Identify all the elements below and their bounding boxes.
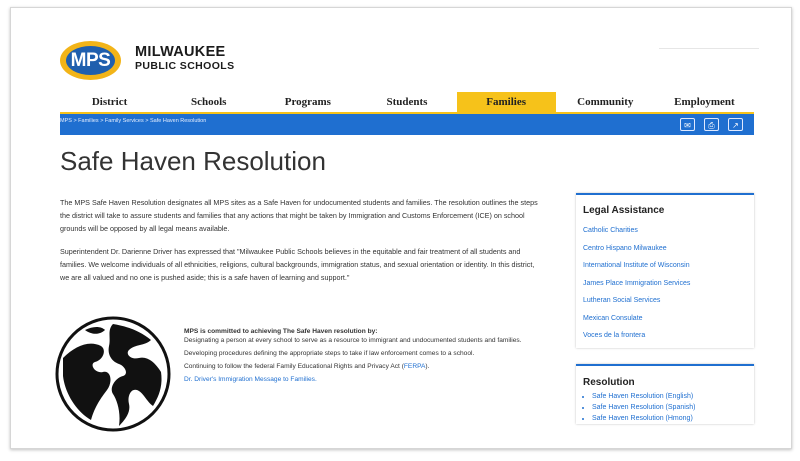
resolution-link-english[interactable]: Safe Haven Resolution (English) xyxy=(592,391,754,402)
nav-item-employment[interactable]: Employment xyxy=(655,92,754,113)
nav-item-community[interactable]: Community xyxy=(556,92,655,113)
legal-link-voces-de-la-frontera[interactable]: Voces de la frontera xyxy=(583,327,754,345)
nav-item-programs[interactable]: Programs xyxy=(258,92,357,113)
breadcrumb[interactable]: MPS > Families > Family Services > Safe … xyxy=(60,118,206,124)
resolution-panel: Resolution Safe Haven Resolution (Englis… xyxy=(576,364,754,424)
logo-org-name: MILWAUKEE xyxy=(135,44,226,60)
external-link-icon[interactable]: ↗ xyxy=(728,118,743,131)
nav-item-students[interactable]: Students xyxy=(357,92,456,113)
ferpa-link[interactable]: FERPA xyxy=(404,363,426,370)
print-icon[interactable]: ⎙ xyxy=(704,118,719,131)
search-box-outline[interactable] xyxy=(659,48,759,49)
nav-item-schools[interactable]: Schools xyxy=(159,92,258,113)
commitment-section: MPS is committed to achieving The Safe H… xyxy=(184,328,544,389)
page-title: Safe Haven Resolution xyxy=(60,146,326,176)
logo-letters: MPS xyxy=(66,46,115,75)
legal-link-centro-hispano[interactable]: Centro Hispano Milwaukee xyxy=(583,240,754,258)
legal-link-international-institute[interactable]: International Institute of Wisconsin xyxy=(583,257,754,275)
immigration-message-link[interactable]: Dr. Driver's Immigration Message to Fami… xyxy=(184,376,544,384)
legal-link-lutheran-social-services[interactable]: Lutheran Social Services xyxy=(583,292,754,310)
resolution-title: Resolution xyxy=(583,377,635,388)
nav-item-district[interactable]: District xyxy=(60,92,159,113)
commitment-item: Designating a person at every school to … xyxy=(184,337,522,344)
resolution-link-hmong[interactable]: Safe Haven Resolution (Hmong) xyxy=(592,413,754,424)
commitment-item: Developing procedures defining the appro… xyxy=(184,350,475,357)
legal-link-james-place[interactable]: James Place Immigration Services xyxy=(583,275,754,293)
mps-logo[interactable]: MPS xyxy=(60,41,121,80)
legal-assistance-panel: Legal Assistance Catholic Charities Cent… xyxy=(576,193,754,348)
commitment-heading: MPS is committed to achieving The Safe H… xyxy=(184,328,378,335)
legal-assistance-title: Legal Assistance xyxy=(583,205,665,216)
legal-link-mexican-consulate[interactable]: Mexican Consulate xyxy=(583,310,754,328)
intro-paragraph: The MPS Safe Haven Resolution designates… xyxy=(60,198,538,233)
main-nav: District Schools Programs Students Famil… xyxy=(60,92,754,113)
legal-link-catholic-charities[interactable]: Catholic Charities xyxy=(583,222,754,240)
resolution-list: Safe Haven Resolution (English) Safe Hav… xyxy=(588,391,754,424)
commitment-item-suffix: ). xyxy=(425,363,430,370)
nav-item-families[interactable]: Families xyxy=(456,92,556,113)
commitment-item: Continuing to follow the federal Family … xyxy=(184,363,544,371)
resolution-link-spanish[interactable]: Safe Haven Resolution (Spanish) xyxy=(592,402,754,413)
email-icon[interactable]: ✉ xyxy=(680,118,695,131)
superintendent-quote-paragraph: Superintendent Dr. Darienne Driver has e… xyxy=(60,247,535,282)
logo-org-subname: PUBLIC SCHOOLS xyxy=(135,60,235,72)
commitment-item-text: Continuing to follow the federal Family … xyxy=(184,363,404,370)
globe-icon xyxy=(55,316,171,432)
